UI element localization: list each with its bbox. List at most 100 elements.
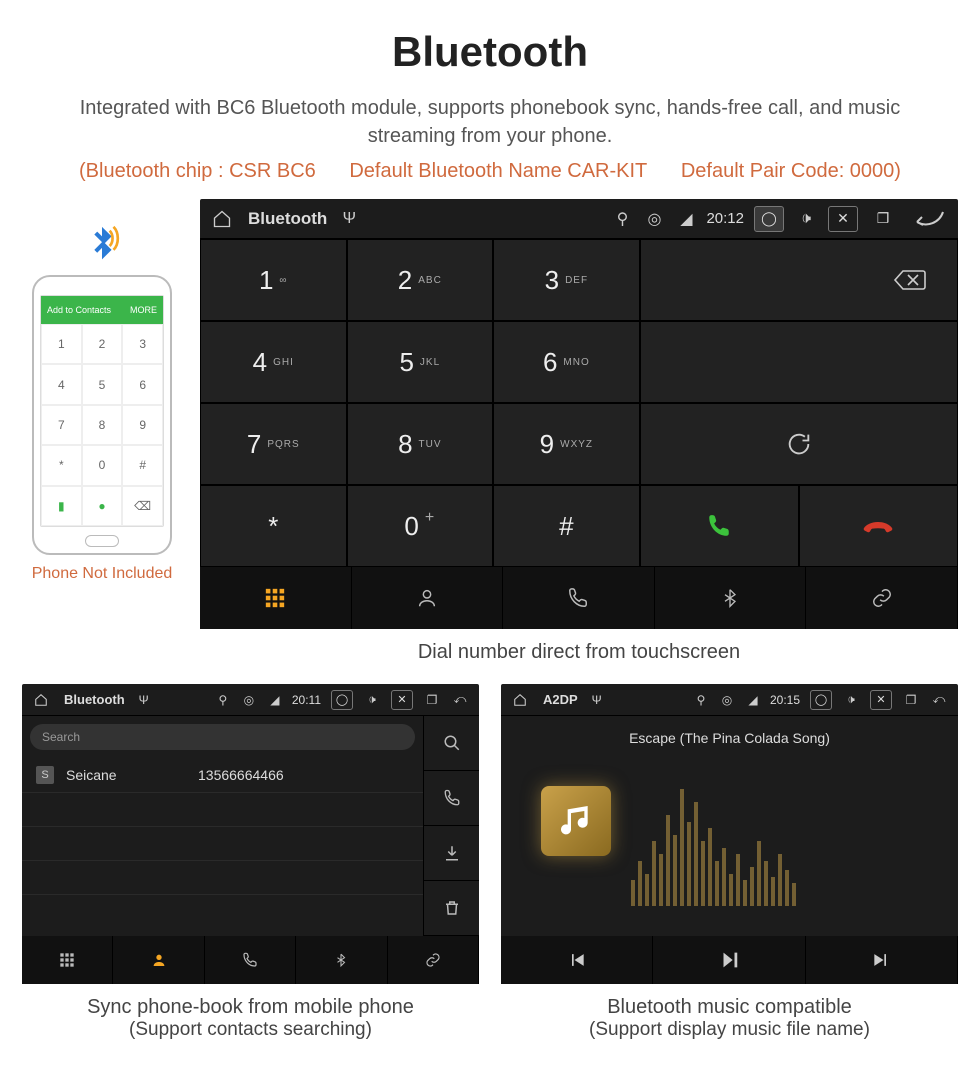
music-statusbar: A2DP Ψ ⚲ ◎ ◢ 20:15 ◯ 🕩 ✕ ❐ ⤺	[501, 684, 958, 716]
location-icon: ◎	[718, 691, 736, 709]
key-5[interactable]: 5JKL	[347, 321, 494, 403]
music-clock: 20:15	[770, 693, 800, 707]
hangup-button[interactable]	[799, 485, 958, 567]
contact-badge: S	[36, 766, 54, 784]
pb-bottom-nav	[22, 936, 479, 984]
contact-name: Seicane	[66, 767, 186, 783]
nav-contacts[interactable]	[113, 936, 204, 984]
recents-icon[interactable]: ❐	[868, 206, 898, 232]
nav-keypad[interactable]	[200, 567, 352, 629]
usb-icon: Ψ	[588, 691, 606, 709]
volume-icon[interactable]: 🕩	[794, 207, 818, 231]
bluetooth-icon: ⚲	[692, 691, 710, 709]
phonebook-column: Bluetooth Ψ ⚲ ◎ ◢ 20:11 ◯ 🕩 ✕ ❐ ⤺ Search	[22, 684, 479, 1041]
key-0[interactable]: 0+	[347, 485, 494, 567]
dialer-clock: 20:12	[706, 210, 744, 227]
phone-mock-column: Add to Contacts MORE 123 456 789 *0# ▮●⌫…	[22, 199, 182, 583]
search-input[interactable]: Search	[30, 724, 415, 750]
key-7[interactable]: 7PQRS	[200, 403, 347, 485]
chip-part-b: Default Bluetooth Name CAR-KIT	[349, 160, 647, 182]
album-art-icon	[541, 786, 611, 856]
location-icon: ◎	[240, 691, 258, 709]
music-caption: Bluetooth music compatible (Support disp…	[501, 996, 958, 1041]
back-icon[interactable]: ⤺	[930, 691, 948, 709]
contact-number: 13566664466	[198, 767, 284, 783]
close-icon[interactable]: ✕	[828, 206, 858, 232]
pb-statusbar: Bluetooth Ψ ⚲ ◎ ◢ 20:11 ◯ 🕩 ✕ ❐ ⤺	[22, 684, 479, 716]
camera-icon[interactable]: ◯	[331, 690, 353, 710]
music-panel: A2DP Ψ ⚲ ◎ ◢ 20:15 ◯ 🕩 ✕ ❐ ⤺ Escape (The…	[501, 684, 958, 984]
backspace-button[interactable]	[640, 239, 958, 321]
phonebook-panel: Bluetooth Ψ ⚲ ◎ ◢ 20:11 ◯ 🕩 ✕ ❐ ⤺ Search	[22, 684, 479, 984]
back-icon[interactable]	[908, 207, 948, 231]
wifi-icon: ◢	[266, 691, 284, 709]
nav-link[interactable]	[388, 936, 479, 984]
play-pause-button[interactable]	[653, 936, 805, 984]
close-icon[interactable]: ✕	[870, 690, 892, 710]
bluetooth-signal-icon	[79, 223, 125, 269]
empty-row	[22, 861, 423, 895]
camera-icon[interactable]: ◯	[810, 690, 832, 710]
pb-caption: Sync phone-book from mobile phone (Suppo…	[22, 996, 479, 1041]
nav-bluetooth[interactable]	[655, 567, 807, 629]
wifi-icon: ◢	[674, 207, 698, 231]
download-icon[interactable]	[424, 826, 479, 881]
key-2[interactable]: 2ABC	[347, 239, 494, 321]
contact-row[interactable]: S Seicane 13566664466	[22, 758, 423, 793]
chip-part-a: (Bluetooth chip : CSR BC6	[79, 160, 316, 182]
key-1[interactable]: 1∞	[200, 239, 347, 321]
key-3[interactable]: 3DEF	[493, 239, 640, 321]
volume-icon[interactable]: 🕩	[842, 691, 860, 709]
song-title: Escape (The Pina Colada Song)	[629, 730, 830, 746]
phone-mini-keypad: 123 456 789 *0# ▮●⌫	[41, 324, 163, 526]
page-description: Integrated with BC6 Bluetooth module, su…	[0, 94, 980, 150]
nav-recents[interactable]	[205, 936, 296, 984]
home-icon[interactable]	[210, 207, 234, 231]
recents-icon[interactable]: ❐	[902, 691, 920, 709]
music-column: A2DP Ψ ⚲ ◎ ◢ 20:15 ◯ 🕩 ✕ ❐ ⤺ Escape (The…	[501, 684, 958, 1041]
key-star[interactable]: *	[200, 485, 347, 567]
chip-info: (Bluetooth chip : CSR BC6 Default Blueto…	[0, 160, 980, 183]
key-4[interactable]: 4GHI	[200, 321, 347, 403]
camera-icon[interactable]: ◯	[754, 206, 784, 232]
nav-keypad[interactable]	[22, 936, 113, 984]
home-icon[interactable]	[32, 691, 50, 709]
delete-icon[interactable]	[424, 881, 479, 936]
redial-button[interactable]	[640, 403, 958, 485]
next-button[interactable]	[806, 936, 958, 984]
volume-icon[interactable]: 🕩	[363, 691, 381, 709]
chip-part-c: Default Pair Code: 0000)	[681, 160, 901, 182]
close-icon[interactable]: ✕	[391, 690, 413, 710]
pb-clock: 20:11	[292, 693, 321, 707]
dial-keypad: 1∞ 2ABC 3DEF 4GHI 5JKL 6MNO 7PQRS 8TUV 9…	[200, 239, 640, 567]
key-9[interactable]: 9WXYZ	[493, 403, 640, 485]
music-body: Escape (The Pina Colada Song)	[501, 716, 958, 936]
nav-recents[interactable]	[503, 567, 655, 629]
key-6[interactable]: 6MNO	[493, 321, 640, 403]
usb-icon: Ψ	[135, 691, 153, 709]
pb-status-title: Bluetooth	[64, 692, 125, 707]
empty-row	[22, 827, 423, 861]
key-hash[interactable]: #	[493, 485, 640, 567]
dialer-statusbar: Bluetooth Ψ ⚲ ◎ ◢ 20:12 ◯ 🕩 ✕ ❐	[200, 199, 958, 239]
empty-cell	[640, 321, 958, 403]
nav-bluetooth[interactable]	[296, 936, 387, 984]
back-icon[interactable]: ⤺	[451, 691, 469, 709]
dialer-caption: Dial number direct from touchscreen	[200, 641, 958, 664]
recents-icon[interactable]: ❐	[423, 691, 441, 709]
prev-button[interactable]	[501, 936, 653, 984]
search-icon[interactable]	[424, 716, 479, 771]
dialer-bottom-nav	[200, 567, 958, 629]
dialer-column: Bluetooth Ψ ⚲ ◎ ◢ 20:12 ◯ 🕩 ✕ ❐ 1∞ 2ABC	[200, 199, 958, 664]
dialer-panel: Bluetooth Ψ ⚲ ◎ ◢ 20:12 ◯ 🕩 ✕ ❐ 1∞ 2ABC	[200, 199, 958, 629]
nav-contacts[interactable]	[352, 567, 504, 629]
call-button[interactable]	[640, 485, 799, 567]
key-8[interactable]: 8TUV	[347, 403, 494, 485]
home-icon[interactable]	[511, 691, 529, 709]
call-icon[interactable]	[424, 771, 479, 826]
bluetooth-icon: ⚲	[214, 691, 232, 709]
dialer-status-title: Bluetooth	[248, 209, 327, 229]
equalizer-icon	[631, 776, 928, 906]
location-icon: ◎	[642, 207, 666, 231]
nav-link[interactable]	[806, 567, 958, 629]
